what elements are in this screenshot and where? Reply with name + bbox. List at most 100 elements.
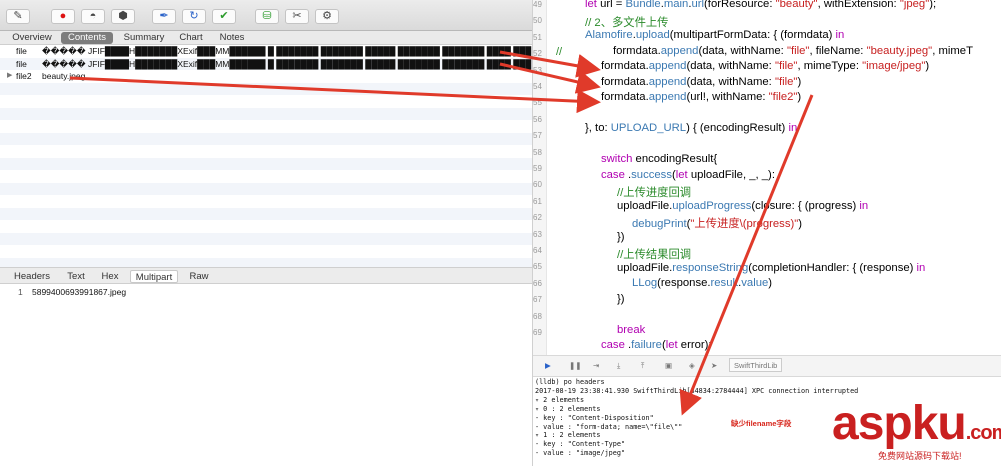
- record-icon[interactable]: ●: [51, 9, 75, 24]
- code-token: (closure: { (progress): [751, 199, 860, 212]
- code-token: "jpeg": [899, 0, 930, 10]
- settings-icon[interactable]: ⚙: [315, 9, 339, 24]
- code-token: uploadFile, _, _):: [690, 168, 775, 181]
- empty-row: [0, 257, 532, 267]
- basket-icon[interactable]: ⛁: [255, 9, 279, 24]
- charles-toolbar: ✎ ● ◓ ⬢ ✒ ↻ ✔ ⛁ ✂ ⚙: [0, 0, 532, 31]
- broom-icon[interactable]: ✎: [6, 9, 30, 24]
- code-token: in: [916, 261, 926, 274]
- refresh-icon[interactable]: ↻: [182, 9, 206, 24]
- location-icon[interactable]: ➤: [711, 361, 717, 370]
- line-number: 69: [533, 328, 542, 337]
- table-row[interactable]: file ����� JFIF████H███████XExif███MM████…: [0, 45, 533, 58]
- empty-row: [0, 220, 532, 233]
- empty-row: [0, 132, 532, 145]
- code-token: ) { (encodingResult): [686, 122, 789, 134]
- pause-icon[interactable]: ❚❚: [569, 361, 582, 370]
- tab-headers[interactable]: Headers: [10, 270, 54, 283]
- code-line: //上传进度回调: [617, 184, 691, 200]
- table-row[interactable]: ▶ file2 beauty.jpeg: [0, 70, 532, 83]
- code-token: "beauty.jpeg": [866, 44, 933, 57]
- code-token: upload: [635, 29, 670, 41]
- code-token: );: [929, 0, 937, 10]
- code-token: (data, withName:: [686, 75, 775, 88]
- console-line: (lldb) po headers: [535, 378, 605, 386]
- line-number: 53: [533, 65, 542, 75]
- tab-overview[interactable]: Overview: [8, 32, 56, 44]
- code-token: , mimeT: [932, 44, 973, 57]
- console-line: - key : "Content-Type": [535, 440, 626, 449]
- code-token: failure: [631, 339, 662, 351]
- code-token: success: [631, 168, 672, 181]
- line-number: 63: [533, 229, 542, 239]
- tab-hex[interactable]: Hex: [97, 270, 123, 283]
- code-token: }, to:: [585, 122, 611, 134]
- line-number-gutter: 49 50 51 52 53 54 55 56 57 58 59 60 61 62 63 64 65 66 67 68…: [533, 0, 547, 355]
- line-number: 60: [533, 180, 542, 190]
- step-out-icon[interactable]: ⤒: [641, 361, 644, 371]
- view-debug-icon[interactable]: ▣: [665, 361, 672, 370]
- code-token: "beauty": [775, 0, 818, 10]
- pen-icon[interactable]: ✒: [152, 9, 176, 24]
- code-token: case: [601, 339, 629, 351]
- table-row[interactable]: file ����� JFIF████H███████XExif███MM████…: [0, 57, 532, 70]
- turtle-icon[interactable]: ◓: [81, 9, 105, 24]
- stop-icon[interactable]: ⬢: [111, 9, 135, 24]
- step-in-icon[interactable]: ⤓: [617, 361, 620, 371]
- empty-row: [0, 107, 532, 120]
- empty-row: [0, 195, 532, 208]
- check-icon[interactable]: ✔: [212, 9, 236, 24]
- code-line: let url = Bundle.main.url(forResource: "…: [585, 0, 936, 10]
- step-icon[interactable]: ⇥: [593, 361, 599, 370]
- code-token: let: [585, 0, 601, 10]
- code-token: "image/jpeg": [862, 60, 926, 72]
- code-token: Alamofire: [585, 29, 633, 41]
- code-token: }): [617, 230, 625, 243]
- tab-multipart[interactable]: Multipart: [130, 270, 178, 283]
- tools-icon[interactable]: ✂: [285, 9, 309, 24]
- code-token: ): [798, 218, 803, 230]
- empty-row: [0, 207, 532, 220]
- code-token: value: [741, 277, 769, 289]
- row-key: file: [16, 58, 27, 69]
- tab-chart[interactable]: Chart: [174, 32, 208, 44]
- code-line: switch encodingResult{: [601, 153, 717, 165]
- tab-contents[interactable]: Contents: [61, 32, 113, 44]
- code-line: //上传结果回调: [617, 246, 691, 262]
- form-rows: file ����� JFIF████H███████XExif███MM████…: [0, 45, 533, 267]
- code-token: in: [859, 199, 869, 212]
- tab-raw[interactable]: Raw: [186, 270, 212, 283]
- memory-icon[interactable]: ◈: [689, 361, 695, 370]
- empty-row: [0, 157, 532, 170]
- code-line: formdata.append(data, withName: "file", …: [601, 60, 929, 72]
- line-number: 62: [533, 213, 542, 223]
- code-token: "file2": [768, 91, 798, 103]
- code-token: UPLOAD_URL: [610, 122, 687, 134]
- disclosure-triangle-icon[interactable]: ▶: [7, 70, 12, 83]
- console-line: ▿ 1 : 2 elements: [535, 431, 601, 440]
- tab-summary[interactable]: Summary: [118, 32, 170, 44]
- code-token: append: [660, 44, 699, 57]
- code-editor[interactable]: let url = Bundle.main.url(forResource: "…: [548, 0, 1001, 355]
- debug-bar: ▶ ❚❚ ⇥ ⤓ ⤒ ▣ ◈ ➤ SwiftThirdLib: [533, 355, 1001, 377]
- code-token: "上传进度\(progress)": [690, 218, 799, 230]
- scheme-target[interactable]: SwiftThirdLib: [729, 358, 783, 372]
- code-token: (completionHandler: { (response): [748, 261, 917, 274]
- code-token: let: [675, 168, 691, 181]
- code-token: // 2、多文件上传: [585, 16, 669, 29]
- code-token: , mimeType:: [797, 60, 863, 72]
- code-token: "file": [774, 75, 798, 88]
- code-token: url =: [600, 0, 626, 10]
- breakpoint-icon[interactable]: ▶: [545, 361, 551, 370]
- tab-text[interactable]: Text: [62, 270, 90, 283]
- code-token: //上传结果回调: [617, 249, 692, 261]
- row-value: ����� JFIF████H███████XExif███MM██████ █…: [42, 46, 533, 56]
- code-token: ): [925, 60, 930, 72]
- watermark-main: aspku: [832, 397, 967, 450]
- console-line: - value : "image/jpeg": [535, 449, 626, 458]
- empty-row: [0, 95, 532, 108]
- code-token: "file": [786, 44, 810, 57]
- tab-notes[interactable]: Notes: [214, 32, 250, 44]
- code-token: responseString: [672, 261, 749, 274]
- empty-row: [0, 82, 532, 95]
